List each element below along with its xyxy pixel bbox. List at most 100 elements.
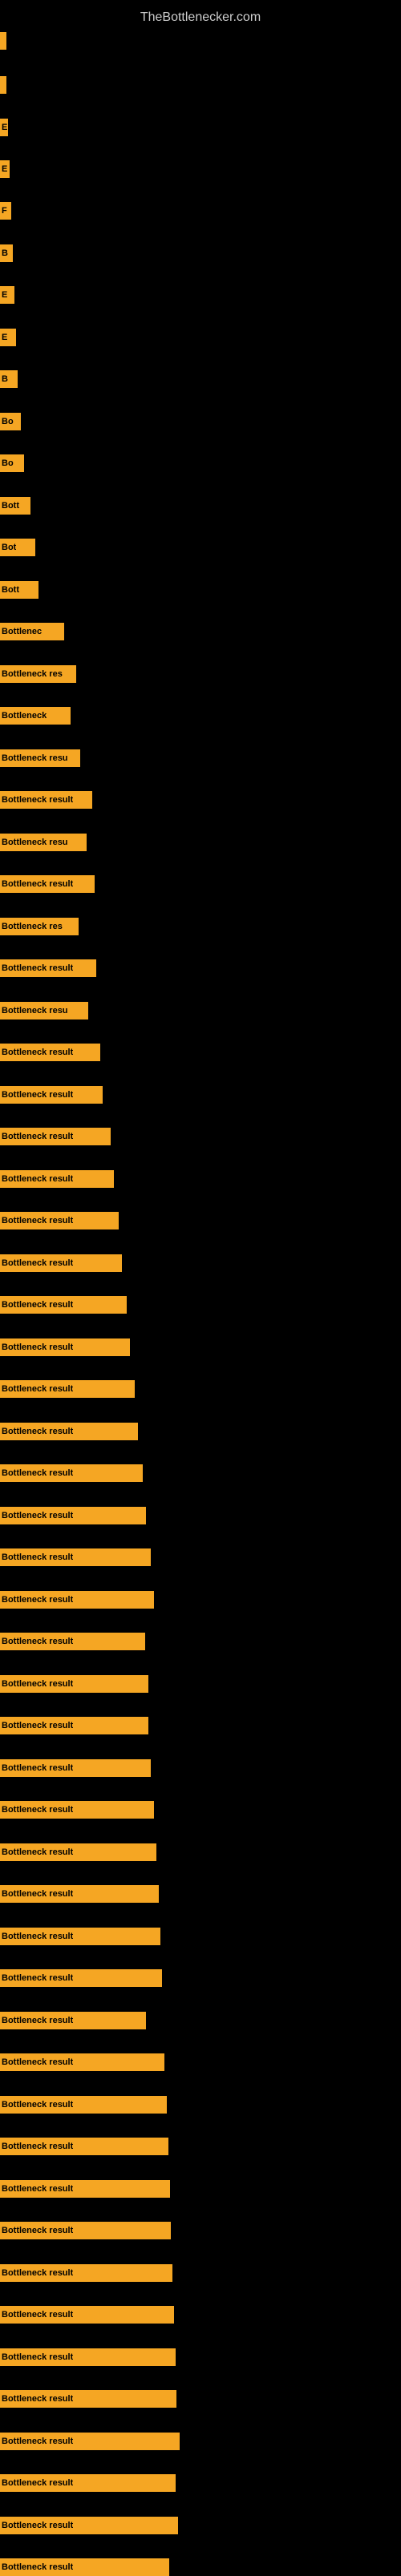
bar-label-38: Bottleneck result [2,1637,73,1646]
bar-label-47: Bottleneck result [2,2016,73,2025]
bar-label-24: Bottleneck result [2,1048,73,1057]
bar-label-11: Bott [2,501,19,511]
bar-item-32: Bottleneck result [0,1380,135,1398]
bar-label-18: Bottleneck result [2,795,73,805]
bar-item-43: Bottleneck result [0,1843,156,1861]
bar-label-6: E [2,290,7,300]
bar-label-34: Bottleneck result [2,1468,73,1478]
bar-label-44: Bottleneck result [2,1889,73,1899]
bar-label-28: Bottleneck result [2,1216,73,1225]
bar-label-52: Bottleneck result [2,2226,73,2235]
bar-item-22: Bottleneck result [0,959,96,977]
bar-label-41: Bottleneck result [2,1763,73,1773]
bar-item-35: Bottleneck result [0,1507,146,1524]
bar-item-12: Bot [0,539,35,556]
bar-item-30: Bottleneck result [0,1296,127,1314]
bar-item-26: Bottleneck result [0,1128,111,1145]
bar-item-25: Bottleneck result [0,1086,103,1104]
bar-label-59: Bottleneck result [2,2521,73,2530]
bar-item-23: Bottleneck resu [0,1002,88,1019]
bar-label-8: B [2,374,8,384]
bar-item-24: Bottleneck result [0,1044,100,1061]
bar-item-27: Bottleneck result [0,1170,114,1188]
bar-label-40: Bottleneck result [2,1721,73,1730]
bar-label-4: F [2,206,7,216]
bar-item-48: Bottleneck result [0,2053,164,2071]
bar-item-0 [0,32,6,50]
bar-item-50: Bottleneck result [0,2138,168,2155]
bar-item-46: Bottleneck result [0,1969,162,1987]
bar-item-57: Bottleneck result [0,2433,180,2450]
bar-item-18: Bottleneck result [0,791,92,809]
bar-item-10: Bo [0,454,24,472]
bar-item-60: Bottleneck result [0,2558,169,2576]
bar-label-49: Bottleneck result [2,2100,73,2110]
bar-label-35: Bottleneck result [2,1511,73,1520]
bar-item-56: Bottleneck result [0,2390,176,2408]
bar-item-5: B [0,244,13,262]
bar-item-54: Bottleneck result [0,2306,174,2324]
bar-item-4: F [0,202,11,220]
bar-label-22: Bottleneck result [2,963,73,973]
bar-label-60: Bottleneck result [2,2562,73,2572]
bar-label-5: B [2,248,8,258]
bar-item-51: Bottleneck result [0,2180,170,2198]
bar-item-55: Bottleneck result [0,2348,176,2366]
bar-label-50: Bottleneck result [2,2142,73,2151]
bar-label-33: Bottleneck result [2,1427,73,1436]
bar-label-58: Bottleneck result [2,2478,73,2488]
bar-item-8: B [0,370,18,388]
bar-item-13: Bott [0,581,38,599]
bar-item-21: Bottleneck res [0,918,79,935]
bar-item-2: E [0,119,8,136]
bar-item-39: Bottleneck result [0,1675,148,1693]
bar-label-14: Bottlenec [2,627,42,636]
bar-item-49: Bottleneck result [0,2096,167,2114]
bar-item-29: Bottleneck result [0,1254,122,1272]
bar-label-51: Bottleneck result [2,2184,73,2194]
bar-label-55: Bottleneck result [2,2352,73,2362]
bar-label-45: Bottleneck result [2,1932,73,1941]
bar-label-10: Bo [2,458,14,468]
bar-label-9: Bo [2,417,14,426]
bar-item-41: Bottleneck result [0,1759,151,1777]
bar-label-12: Bot [2,543,16,552]
site-title: TheBottlenecker.com [0,4,401,31]
bar-label-42: Bottleneck result [2,1805,73,1815]
bar-item-14: Bottlenec [0,623,64,640]
bar-item-15: Bottleneck res [0,665,76,683]
bar-item-16: Bottleneck [0,707,71,725]
bar-label-15: Bottleneck res [2,669,63,679]
bar-label-29: Bottleneck result [2,1258,73,1268]
bar-label-57: Bottleneck result [2,2437,73,2446]
bar-label-48: Bottleneck result [2,2057,73,2067]
bar-label-13: Bott [2,585,19,595]
bar-item-40: Bottleneck result [0,1717,148,1734]
bar-item-47: Bottleneck result [0,2012,146,2029]
bar-item-17: Bottleneck resu [0,749,80,767]
bar-item-42: Bottleneck result [0,1801,154,1819]
bar-label-19: Bottleneck resu [2,838,68,847]
bar-item-6: E [0,286,14,304]
bar-item-45: Bottleneck result [0,1928,160,1945]
bar-item-34: Bottleneck result [0,1464,143,1482]
bar-label-36: Bottleneck result [2,1552,73,1562]
bar-label-56: Bottleneck result [2,2394,73,2404]
bar-label-27: Bottleneck result [2,1174,73,1184]
bar-item-28: Bottleneck result [0,1212,119,1229]
bar-label-32: Bottleneck result [2,1384,73,1394]
bar-label-43: Bottleneck result [2,1847,73,1857]
bar-label-26: Bottleneck result [2,1132,73,1141]
bar-label-53: Bottleneck result [2,2268,73,2278]
bar-label-17: Bottleneck resu [2,753,68,763]
bar-label-7: E [2,333,7,342]
bar-label-46: Bottleneck result [2,1973,73,1983]
bar-item-36: Bottleneck result [0,1548,151,1566]
bar-label-23: Bottleneck resu [2,1006,68,1015]
bar-item-3: E [0,160,10,178]
bar-item-11: Bott [0,497,30,515]
bar-item-33: Bottleneck result [0,1423,138,1440]
bar-item-37: Bottleneck result [0,1591,154,1609]
bar-label-54: Bottleneck result [2,2310,73,2320]
bar-label-20: Bottleneck result [2,879,73,889]
